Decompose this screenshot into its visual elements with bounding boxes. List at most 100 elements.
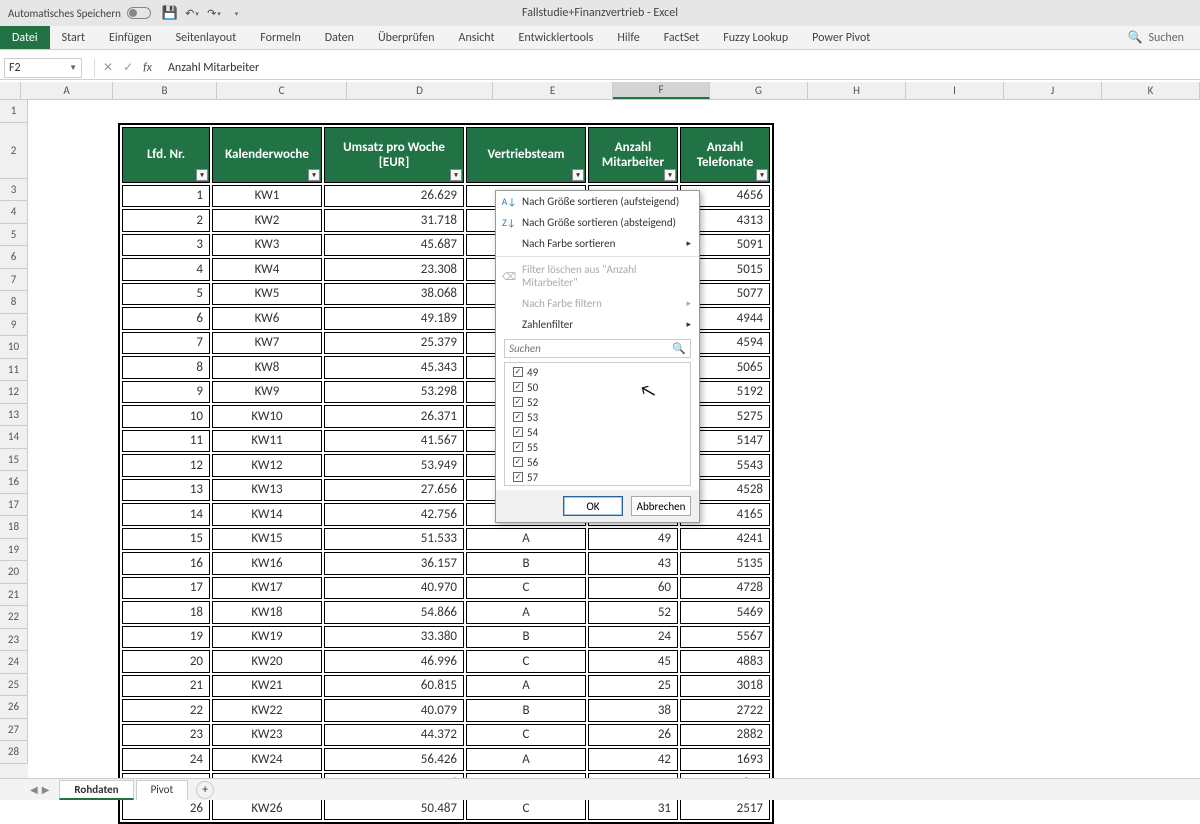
checkbox-icon[interactable]: ✓ bbox=[513, 457, 523, 467]
filter-value-item[interactable]: ✓52 bbox=[507, 395, 688, 410]
row-header[interactable]: 10 bbox=[0, 336, 28, 359]
cell[interactable]: 33.380 bbox=[324, 626, 464, 649]
row-header[interactable]: 12 bbox=[0, 381, 28, 404]
cell[interactable]: KW5 bbox=[212, 283, 322, 306]
cell[interactable]: 1693 bbox=[680, 748, 770, 771]
cell[interactable]: 45.687 bbox=[324, 234, 464, 257]
filter-values-list[interactable]: ✓49✓50✓52✓53✓54✓55✓56✓57✓60 bbox=[504, 362, 691, 486]
cell[interactable]: 49.189 bbox=[324, 307, 464, 330]
cell[interactable]: 23 bbox=[122, 724, 210, 747]
checkbox-icon[interactable]: ✓ bbox=[513, 427, 523, 437]
redo-icon[interactable]: ↷▾ bbox=[207, 6, 221, 20]
filter-button[interactable]: ▾ bbox=[196, 169, 208, 181]
ribbon-tab-ansicht[interactable]: Ansicht bbox=[447, 26, 507, 49]
cell[interactable]: 21 bbox=[122, 675, 210, 698]
cell[interactable]: 3018 bbox=[680, 675, 770, 698]
col-header-C[interactable]: C bbox=[217, 82, 347, 99]
cell[interactable]: A bbox=[466, 601, 586, 624]
row-header[interactable]: 22 bbox=[0, 606, 28, 629]
cell[interactable]: 51.533 bbox=[324, 528, 464, 551]
cell[interactable]: KW26 bbox=[212, 797, 322, 820]
cell[interactable]: 9 bbox=[122, 381, 210, 404]
cell[interactable]: 46.996 bbox=[324, 650, 464, 673]
cell[interactable]: 45.343 bbox=[324, 356, 464, 379]
cell[interactable]: KW10 bbox=[212, 405, 322, 428]
row-header[interactable]: 8 bbox=[0, 291, 28, 314]
cell[interactable]: 23.308 bbox=[324, 258, 464, 281]
row-header[interactable]: 28 bbox=[0, 741, 28, 764]
cell[interactable]: 2517 bbox=[680, 797, 770, 820]
cell[interactable]: 5469 bbox=[680, 601, 770, 624]
cell[interactable]: 18 bbox=[122, 601, 210, 624]
cell[interactable]: C bbox=[466, 724, 586, 747]
cell[interactable]: KW6 bbox=[212, 307, 322, 330]
ribbon-tab-power pivot[interactable]: Power Pivot bbox=[800, 26, 882, 49]
col-header-A[interactable]: A bbox=[21, 82, 113, 99]
col-header-G[interactable]: G bbox=[710, 82, 808, 99]
cell[interactable]: C bbox=[466, 650, 586, 673]
cell[interactable]: 7 bbox=[122, 332, 210, 355]
cell[interactable]: KW23 bbox=[212, 724, 322, 747]
cell[interactable]: 52 bbox=[588, 601, 678, 624]
checkbox-icon[interactable]: ✓ bbox=[513, 397, 523, 407]
ribbon-tab-daten[interactable]: Daten bbox=[313, 26, 366, 49]
sheet-tab-rohdaten[interactable]: Rohdaten bbox=[59, 780, 133, 800]
row-header[interactable]: 26 bbox=[0, 696, 28, 719]
row-header[interactable]: 4 bbox=[0, 201, 28, 224]
row-header[interactable]: 3 bbox=[0, 179, 28, 202]
ribbon-tab-seitenlayout[interactable]: Seitenlayout bbox=[164, 26, 249, 49]
cell[interactable]: C bbox=[466, 577, 586, 600]
cell[interactable]: 42 bbox=[588, 748, 678, 771]
cell[interactable]: KW7 bbox=[212, 332, 322, 355]
cell[interactable]: 27.656 bbox=[324, 479, 464, 502]
cell[interactable]: 20 bbox=[122, 650, 210, 673]
checkbox-icon[interactable]: ✓ bbox=[513, 367, 523, 377]
row-header[interactable]: 11 bbox=[0, 359, 28, 382]
row-header[interactable]: 25 bbox=[0, 674, 28, 697]
auto-save-toggle[interactable]: Automatisches Speichern bbox=[8, 7, 151, 20]
ribbon-tab-einfügen[interactable]: Einfügen bbox=[97, 26, 164, 49]
col-header-F[interactable]: F bbox=[613, 82, 710, 99]
sheet-nav-next-icon[interactable]: ▶ bbox=[42, 783, 50, 796]
filter-value-item[interactable]: ✓54 bbox=[507, 425, 688, 440]
col-header-K[interactable]: K bbox=[1102, 82, 1200, 99]
sort-desc-item[interactable]: Z↓ Nach Größe sortieren (absteigend) bbox=[496, 212, 699, 233]
cell[interactable]: 42.756 bbox=[324, 503, 464, 526]
filter-button[interactable]: ▾ bbox=[572, 169, 584, 181]
formula-input[interactable]: Anzahl Mitarbeiter bbox=[162, 61, 1200, 75]
fx-icon[interactable]: fx bbox=[143, 61, 152, 75]
cell[interactable]: B bbox=[466, 626, 586, 649]
qat-customize-icon[interactable]: ▾ bbox=[229, 6, 243, 20]
cell[interactable]: 15 bbox=[122, 528, 210, 551]
col-header-B[interactable]: B bbox=[113, 82, 217, 99]
number-filter-item[interactable]: Zahlenfilter ▸ bbox=[496, 314, 699, 335]
row-header[interactable]: 9 bbox=[0, 314, 28, 337]
dropdown-icon[interactable]: ▼ bbox=[69, 63, 77, 73]
col-header-H[interactable]: H bbox=[808, 82, 906, 99]
cell[interactable]: KW13 bbox=[212, 479, 322, 502]
cell[interactable]: A bbox=[466, 748, 586, 771]
cell[interactable]: 56.426 bbox=[324, 748, 464, 771]
cell[interactable]: 38.068 bbox=[324, 283, 464, 306]
cell[interactable]: 44.372 bbox=[324, 724, 464, 747]
save-icon[interactable]: 💾 bbox=[163, 6, 177, 20]
cell[interactable]: 10 bbox=[122, 405, 210, 428]
cell[interactable]: 31 bbox=[588, 797, 678, 820]
sort-color-item[interactable]: Nach Farbe sortieren ▸ bbox=[496, 233, 699, 254]
cell[interactable]: KW1 bbox=[212, 185, 322, 208]
checkbox-icon[interactable]: ✓ bbox=[513, 472, 523, 482]
row-header[interactable]: 16 bbox=[0, 471, 28, 494]
cell[interactable]: 14 bbox=[122, 503, 210, 526]
cell[interactable]: 53.949 bbox=[324, 454, 464, 477]
undo-icon[interactable]: ↶▾ bbox=[185, 6, 199, 20]
cell[interactable]: 50.487 bbox=[324, 797, 464, 820]
cell[interactable]: KW22 bbox=[212, 699, 322, 722]
cell[interactable]: KW17 bbox=[212, 577, 322, 600]
cell[interactable]: 3 bbox=[122, 234, 210, 257]
cell[interactable]: KW15 bbox=[212, 528, 322, 551]
cell[interactable]: 4728 bbox=[680, 577, 770, 600]
cell[interactable]: 38 bbox=[588, 699, 678, 722]
filter-search-input[interactable] bbox=[509, 342, 672, 355]
cell[interactable]: 12 bbox=[122, 454, 210, 477]
sort-asc-item[interactable]: A↓ Nach Größe sortieren (aufsteigend) bbox=[496, 191, 699, 212]
